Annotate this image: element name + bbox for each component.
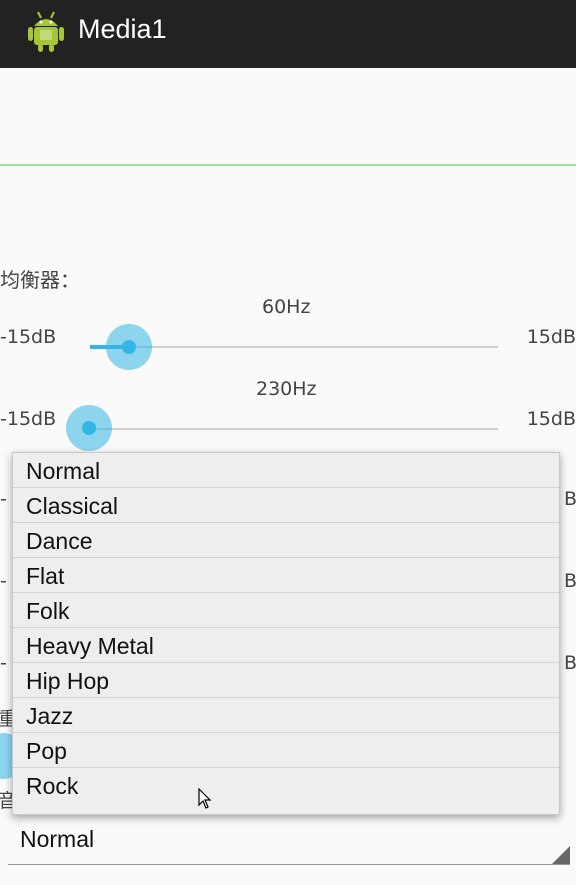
- band-min-label: -15dB: [0, 408, 57, 430]
- dropdown-item-pop[interactable]: Pop: [13, 733, 559, 768]
- obscured-max-label: B: [564, 652, 576, 674]
- visualizer-view: [0, 68, 576, 166]
- dropdown-item-flat[interactable]: Flat: [13, 558, 559, 593]
- android-robot-icon[interactable]: [26, 8, 66, 52]
- preset-dropdown-list: Normal Classical Dance Flat Folk Heavy M…: [12, 452, 560, 815]
- obscured-max-label: B: [564, 570, 576, 592]
- band-max-label: 15dB: [526, 326, 576, 348]
- action-bar: Media1: [0, 0, 576, 68]
- dropdown-item-hip-hop[interactable]: Hip Hop: [13, 663, 559, 698]
- dropdown-item-heavy-metal[interactable]: Heavy Metal: [13, 628, 559, 663]
- dropdown-item-dance[interactable]: Dance: [13, 523, 559, 558]
- band-freq-label: 60Hz: [262, 296, 311, 318]
- dropdown-arrow-icon: [552, 846, 570, 864]
- dropdown-item-rock[interactable]: Rock: [13, 768, 559, 803]
- band-freq-label: 230Hz: [256, 378, 317, 400]
- dropdown-item-folk[interactable]: Folk: [13, 593, 559, 628]
- spinner-selected-value: Normal: [20, 826, 95, 852]
- app-title: Media1: [78, 14, 167, 44]
- dropdown-item-classical[interactable]: Classical: [13, 488, 559, 523]
- dropdown-item-normal[interactable]: Normal: [13, 453, 559, 488]
- band-min-label: -15dB: [0, 326, 57, 348]
- band-slider-thumb-core: [82, 421, 96, 435]
- equalizer-label: 均衡器：: [0, 268, 80, 292]
- mouse-cursor-icon: [198, 788, 212, 809]
- dropdown-item-jazz[interactable]: Jazz: [13, 698, 559, 733]
- band-max-label: 15dB: [526, 408, 576, 430]
- obscured-min-label: -: [0, 652, 7, 674]
- obscured-min-label: -: [0, 488, 7, 510]
- preset-spinner[interactable]: Normal: [8, 818, 570, 865]
- band-slider-track[interactable]: [90, 428, 498, 430]
- obscured-min-label: -: [0, 570, 7, 592]
- obscured-max-label: B: [564, 488, 576, 510]
- band-slider-thumb-core: [122, 340, 136, 354]
